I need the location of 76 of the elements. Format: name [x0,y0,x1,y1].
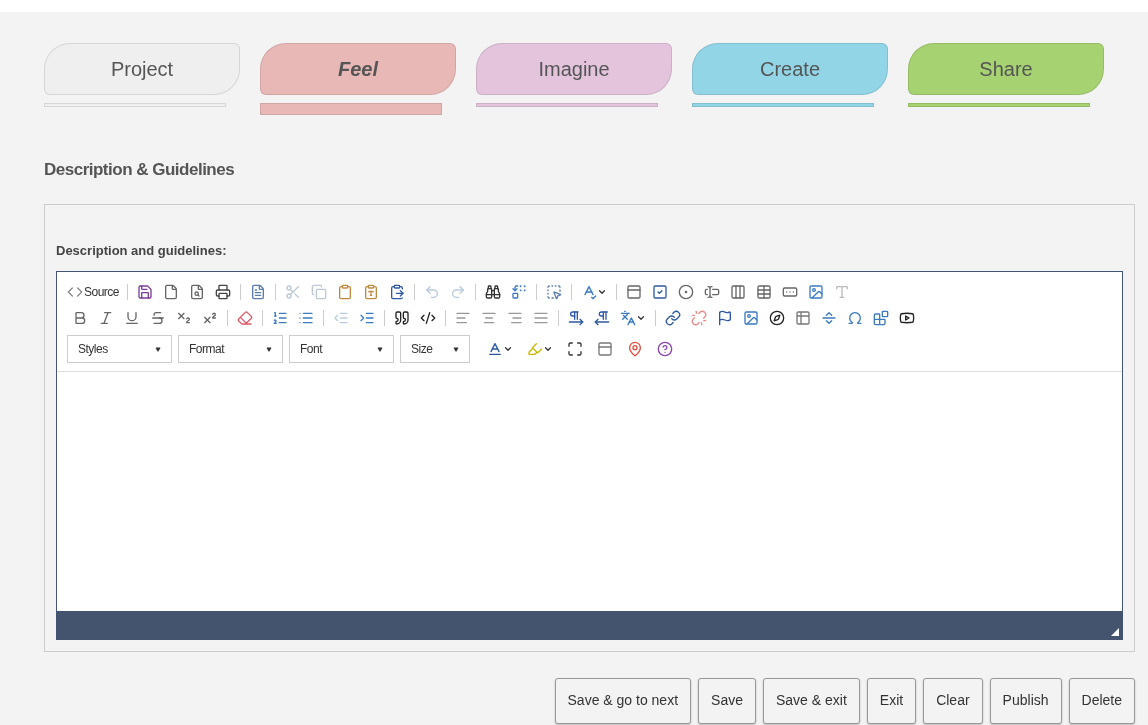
field-label: Description and guidelines: [56,241,228,260]
link-icon[interactable] [665,310,681,326]
action-button[interactable]: Clear [923,677,983,724]
caret-icon[interactable] [636,313,646,323]
action-button[interactable]: Delete [1068,677,1135,724]
unlink-icon[interactable] [691,310,707,326]
tab[interactable]: Create [692,43,888,95]
paste-icon[interactable] [337,284,354,300]
checkbox-icon[interactable] [652,284,669,300]
help-icon[interactable] [657,341,673,357]
indent-icon[interactable] [359,310,375,326]
dropdown-arrow-icon [155,346,161,352]
text-color-icon[interactable] [487,341,503,357]
eraser-icon[interactable] [237,310,253,326]
spellcheck-icon[interactable] [581,284,598,300]
dropdown-arrow-icon [377,346,383,352]
maximize-icon[interactable] [567,341,583,357]
toolbar-dropdown[interactable]: Size [400,335,470,363]
source-button[interactable]: Source [67,283,124,301]
toolbar-dropdown[interactable]: Font [289,335,394,363]
image-button-icon[interactable] [808,284,825,300]
superscript-icon[interactable] [202,310,218,326]
blockquote-icon[interactable] [394,310,410,326]
language-icon[interactable] [620,310,636,326]
section-title: Description & Guidelines [44,159,236,181]
button-icon[interactable] [782,284,799,300]
tab[interactable]: Project [44,43,240,95]
save-icon[interactable] [137,284,154,300]
align-right-icon[interactable] [507,310,523,326]
action-button[interactable]: Save & exit [762,677,860,724]
page-icon[interactable] [163,284,180,300]
underline-icon[interactable] [124,310,140,326]
bulleted-list-icon[interactable] [298,310,314,326]
tab[interactable]: Share [908,43,1104,95]
numbered-list-icon[interactable] [272,310,288,326]
align-left-icon[interactable] [455,310,471,326]
div-icon[interactable] [420,310,436,326]
subscript-icon[interactable] [176,310,192,326]
bold-icon[interactable] [72,310,88,326]
preview-icon[interactable] [189,284,206,300]
replace-icon[interactable] [511,284,528,300]
strikethrough-icon[interactable] [150,310,166,326]
ltr-icon[interactable] [568,310,584,326]
tab[interactable]: Imagine [476,43,672,95]
caret-icon[interactable] [597,287,608,297]
video-icon[interactable] [899,310,915,326]
select-all-icon[interactable] [546,284,563,300]
background-color-icon[interactable] [527,341,543,357]
toolbar-dropdown[interactable]: Styles [67,335,172,363]
caret-icon[interactable] [503,344,513,354]
action-button[interactable]: Exit [866,677,917,724]
table-icon[interactable] [795,310,811,326]
rtl-icon[interactable] [594,310,610,326]
special-character-icon[interactable] [847,310,863,326]
italic-icon[interactable] [98,310,114,326]
horizontal-line-icon[interactable] [821,310,837,326]
dropdown-arrow-icon [266,346,272,352]
paste-word-icon[interactable] [389,284,406,300]
resize-grip-icon[interactable] [1111,628,1119,636]
radio-icon[interactable] [678,284,695,300]
paste-text-icon[interactable] [363,284,380,300]
action-button[interactable]: Save & go to next [554,677,692,724]
tab[interactable]: Feel [260,43,456,95]
find-icon[interactable] [485,284,502,300]
caret-icon[interactable] [543,344,553,354]
toolbar-dropdown[interactable]: Format [178,335,283,363]
dropdown-arrow-icon [453,346,459,352]
action-button[interactable]: Publish [989,677,1062,724]
print-icon[interactable] [215,284,232,300]
align-center-icon[interactable] [481,310,497,326]
action-button[interactable]: Save [698,677,756,724]
anchor-flag-icon[interactable] [717,310,733,326]
map-pin-icon[interactable] [627,341,643,357]
image-icon[interactable] [743,310,759,326]
align-justify-icon[interactable] [533,310,549,326]
text-field-icon[interactable] [704,284,721,300]
